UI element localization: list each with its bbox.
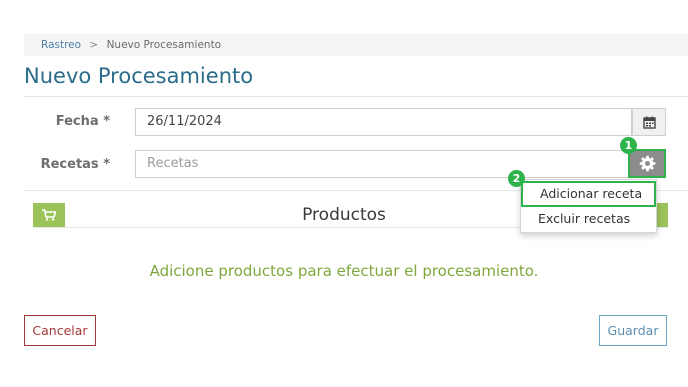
title-divider — [24, 96, 688, 97]
gear-icon — [639, 155, 655, 172]
fecha-label: Fecha * — [55, 114, 110, 129]
menu-item-adicionar-receta[interactable]: Adicionar receta — [521, 181, 656, 207]
breadcrumb-current: Nuevo Procesamiento — [106, 39, 222, 51]
step-badge-1: 1 — [620, 137, 637, 154]
breadcrumb-link-rastreo[interactable]: Rastreo — [41, 39, 81, 51]
calendar-icon — [642, 116, 656, 129]
fecha-input[interactable]: 26/11/2024 — [135, 108, 632, 136]
recetas-label: Recetas * — [40, 157, 110, 172]
breadcrumb: Rastreo > Nuevo Procesamiento — [24, 34, 688, 56]
empty-products-message: Adicione productos para efectuar el proc… — [149, 262, 539, 280]
recetas-dropdown-menu: Adicionar receta Excluir recetas — [520, 179, 657, 233]
calendar-button[interactable] — [632, 108, 666, 136]
recetas-input[interactable]: Recetas — [135, 150, 629, 178]
menu-item-excluir-recetas[interactable]: Excluir recetas — [521, 208, 656, 230]
save-button[interactable]: Guardar — [599, 315, 667, 346]
breadcrumb-separator: > — [89, 39, 99, 51]
cancel-button[interactable]: Cancelar — [24, 315, 96, 346]
recetas-options-button[interactable] — [628, 149, 666, 178]
step-badge-2: 2 — [508, 170, 525, 187]
page-title: Nuevo Procesamiento — [24, 64, 254, 88]
